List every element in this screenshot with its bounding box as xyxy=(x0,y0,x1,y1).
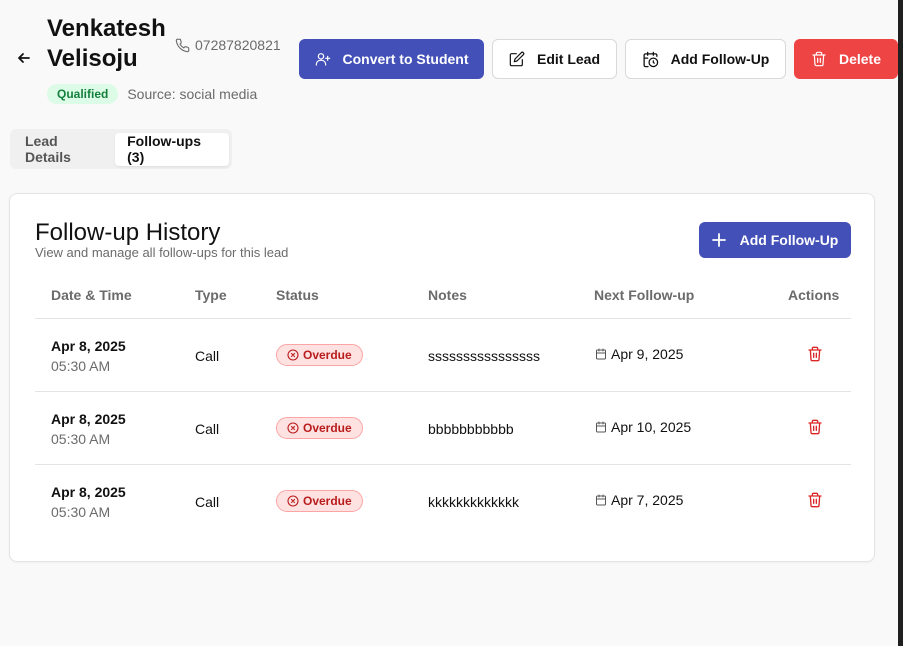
convert-label: Convert to Student xyxy=(342,51,469,67)
next-follow-up-date: Apr 10, 2025 xyxy=(611,419,692,435)
column-header-date: Date & Time xyxy=(51,287,132,303)
column-header-status: Status xyxy=(276,287,319,303)
table-row: Apr 8, 2025 05:30 AM Call Overdue bbbbbb… xyxy=(35,392,851,465)
calendar-icon xyxy=(596,348,606,360)
tab-bar: Lead Details Follow-ups (3) xyxy=(10,129,232,169)
row-time: 05:30 AM xyxy=(51,358,111,374)
tab-lead-details[interactable]: Lead Details xyxy=(13,133,115,166)
row-notes: kkkkkkkkkkkkk xyxy=(428,494,519,510)
edit-icon xyxy=(509,51,525,67)
row-time: 05:30 AM xyxy=(51,504,111,520)
edit-lead-button[interactable]: Edit Lead xyxy=(492,39,617,79)
trash-icon[interactable] xyxy=(807,492,823,508)
trash-icon xyxy=(812,51,826,67)
x-circle-icon xyxy=(287,422,299,434)
phone-icon xyxy=(175,38,190,52)
back-button[interactable] xyxy=(14,48,34,68)
row-time: 05:30 AM xyxy=(51,431,111,447)
column-header-type: Type xyxy=(195,287,227,303)
trash-icon[interactable] xyxy=(807,346,823,362)
next-follow-up-date: Apr 7, 2025 xyxy=(611,492,684,508)
next-follow-up-date: Apr 9, 2025 xyxy=(611,346,684,362)
arrow-left-icon xyxy=(18,53,30,63)
calendar-icon xyxy=(596,421,606,433)
follow-up-history-card: Follow-up History View and manage all fo… xyxy=(9,193,875,562)
overdue-label: Overdue xyxy=(303,348,352,362)
row-notes: ssssssssssssssss xyxy=(428,348,540,364)
column-header-next: Next Follow-up xyxy=(594,287,695,303)
table-row: Apr 8, 2025 05:30 AM Call Overdue ssssss… xyxy=(35,319,851,392)
delete-label: Delete xyxy=(838,51,882,67)
tab-follow-ups[interactable]: Follow-ups (3) xyxy=(115,132,229,166)
convert-to-student-button[interactable]: Convert to Student xyxy=(299,39,484,79)
row-type: Call xyxy=(195,494,220,510)
add-follow-up-card-button[interactable]: Add Follow-Up xyxy=(699,222,851,258)
calendar-clock-icon xyxy=(643,51,658,67)
lead-source: Source: social media xyxy=(127,86,258,102)
card-title: Follow-up History xyxy=(35,219,221,246)
overdue-badge: Overdue xyxy=(276,490,363,512)
overdue-badge: Overdue xyxy=(276,344,363,366)
card-subtitle: View and manage all follow-ups for this … xyxy=(35,245,289,260)
table-row: Apr 8, 2025 05:30 AM Call Overdue kkkkkk… xyxy=(35,465,851,538)
plus-icon xyxy=(711,233,726,247)
row-date: Apr 8, 2025 xyxy=(51,484,126,500)
lead-header: Venkatesh Velisoju 07287820821 Qualified… xyxy=(0,0,898,120)
status-badge: Qualified xyxy=(47,84,119,104)
overdue-label: Overdue xyxy=(303,421,352,435)
window-edge xyxy=(898,0,903,646)
column-header-notes: Notes xyxy=(428,287,467,303)
row-next-follow-up: Apr 9, 2025 xyxy=(595,346,683,362)
add-follow-up-button[interactable]: Add Follow-Up xyxy=(625,39,786,79)
row-next-follow-up: Apr 10, 2025 xyxy=(595,419,691,435)
trash-icon[interactable] xyxy=(807,419,823,435)
row-type: Call xyxy=(195,421,220,437)
row-notes: bbbbbbbbbbb xyxy=(428,421,514,437)
lead-meta: Qualified Source: social media xyxy=(47,84,257,104)
overdue-badge: Overdue xyxy=(276,417,363,439)
row-next-follow-up: Apr 7, 2025 xyxy=(595,492,683,508)
calendar-icon xyxy=(596,494,606,506)
delete-lead-button[interactable]: Delete xyxy=(794,39,898,79)
table-header: Date & Time Type Status Notes Next Follo… xyxy=(35,278,851,319)
row-date: Apr 8, 2025 xyxy=(51,338,126,354)
phone-number: 07287820821 xyxy=(195,37,281,53)
x-circle-icon xyxy=(287,349,299,361)
x-circle-icon xyxy=(287,495,299,507)
edit-label: Edit Lead xyxy=(536,51,600,67)
overdue-label: Overdue xyxy=(303,494,352,508)
column-header-actions: Actions xyxy=(788,287,840,303)
add-follow-up-card-label: Add Follow-Up xyxy=(739,232,839,248)
row-type: Call xyxy=(195,348,220,364)
row-date: Apr 8, 2025 xyxy=(51,411,126,427)
add-follow-up-label: Add Follow-Up xyxy=(670,51,770,67)
lead-phone: 07287820821 xyxy=(175,37,281,53)
user-plus-icon xyxy=(315,53,330,66)
lead-name: Venkatesh Velisoju xyxy=(47,15,166,72)
